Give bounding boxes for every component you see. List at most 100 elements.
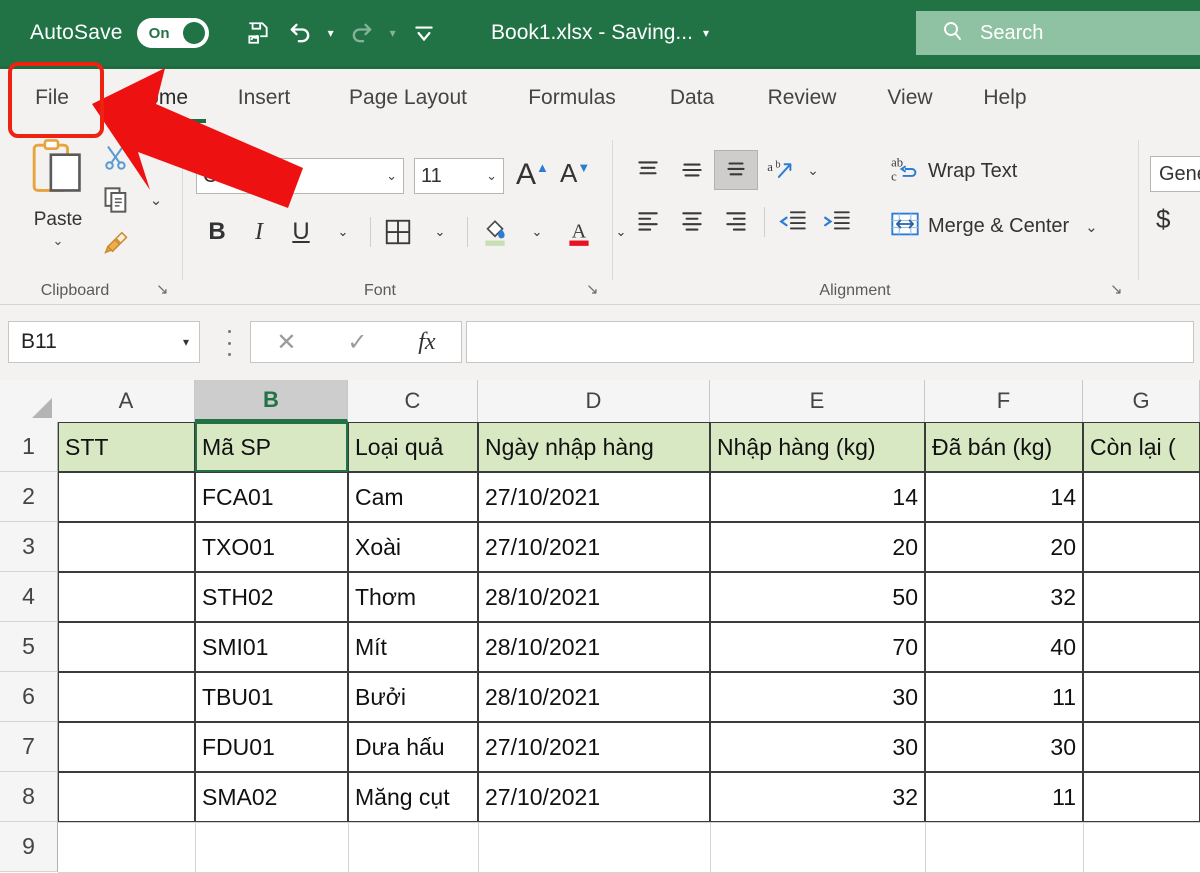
name-box[interactable]: B11 ▾: [8, 321, 200, 363]
font-color-a-icon[interactable]: A: [558, 211, 600, 253]
row-header-2[interactable]: 2: [0, 472, 58, 522]
borders-grid-icon[interactable]: [377, 211, 419, 253]
cell-B8[interactable]: SMA02: [195, 772, 348, 822]
cell-B6[interactable]: TBU01: [195, 672, 348, 722]
wrap-text-button[interactable]: ab c Wrap Text: [890, 154, 1017, 189]
cell-D3[interactable]: 27/10/2021: [478, 522, 710, 572]
cell-E3[interactable]: 20: [710, 522, 925, 572]
row-header-5[interactable]: 5: [0, 622, 58, 672]
cell-E2[interactable]: 14: [710, 472, 925, 522]
cell-G7[interactable]: [1083, 722, 1200, 772]
cell-F1[interactable]: Đã bán (kg): [925, 422, 1083, 472]
cell-D9[interactable]: [478, 822, 710, 872]
cell-E1[interactable]: Nhập hàng (kg): [710, 422, 925, 472]
column-header-G[interactable]: G: [1083, 380, 1200, 422]
cell-E9[interactable]: [710, 822, 925, 872]
cell-G8[interactable]: [1083, 772, 1200, 822]
dialog-launcher-icon-alignment[interactable]: ↘: [1110, 280, 1123, 298]
title-chevron-down-icon[interactable]: ▾: [703, 26, 709, 40]
row-header-9[interactable]: 9: [0, 822, 58, 872]
cell-F7[interactable]: 30: [925, 722, 1083, 772]
cell-C5[interactable]: Mít: [348, 622, 478, 672]
search-box[interactable]: Search: [916, 11, 1200, 55]
row-header-6[interactable]: 6: [0, 672, 58, 722]
copy-icon[interactable]: [96, 182, 136, 218]
cell-G4[interactable]: [1083, 572, 1200, 622]
redo-icon[interactable]: [343, 14, 381, 52]
row-header-1[interactable]: 1: [0, 422, 58, 472]
merge-and-center-button[interactable]: Merge & Center ⌄: [890, 210, 1098, 243]
underline-button[interactable]: U: [280, 211, 322, 253]
cell-D7[interactable]: 27/10/2021: [478, 722, 710, 772]
tab-insert[interactable]: Insert: [218, 76, 310, 120]
cell-B7[interactable]: FDU01: [195, 722, 348, 772]
cell-F3[interactable]: 20: [925, 522, 1083, 572]
redo-dropdown-chevron-down-icon[interactable]: ▾: [385, 14, 401, 52]
cell-B1[interactable]: Mã SP: [195, 422, 348, 472]
cell-D1[interactable]: Ngày nhập hàng: [478, 422, 710, 472]
borders-chevron-down-icon[interactable]: ⌄: [419, 211, 461, 253]
row-header-3[interactable]: 3: [0, 522, 58, 572]
cell-A1[interactable]: STT: [58, 422, 195, 472]
cell-C2[interactable]: Cam: [348, 472, 478, 522]
cell-C7[interactable]: Dưa hấu: [348, 722, 478, 772]
dialog-launcher-icon-clipboard[interactable]: ↘: [156, 280, 169, 298]
cell-A2[interactable]: [58, 472, 195, 522]
align-left-icon[interactable]: [626, 202, 670, 242]
cell-E8[interactable]: 32: [710, 772, 925, 822]
confirm-check-icon[interactable]: ✓: [347, 328, 367, 357]
text-orientation-icon[interactable]: a b: [758, 150, 802, 190]
tab-file[interactable]: File: [14, 76, 90, 120]
tab-formulas[interactable]: Formulas: [506, 76, 638, 120]
row-header-7[interactable]: 7: [0, 722, 58, 772]
cell-B3[interactable]: TXO01: [195, 522, 348, 572]
number-format-select[interactable]: General: [1150, 156, 1200, 192]
increase-font-size-button[interactable]: A ▲: [516, 158, 549, 192]
align-center-icon[interactable]: [670, 202, 714, 242]
font-name-input[interactable]: Calibri ⌄: [196, 158, 404, 194]
formula-bar-handle[interactable]: [222, 330, 236, 356]
increase-indent-icon[interactable]: [815, 202, 859, 242]
cut-scissors-icon[interactable]: [96, 140, 136, 176]
cell-D2[interactable]: 27/10/2021: [478, 472, 710, 522]
tab-review[interactable]: Review: [748, 76, 856, 120]
cell-C1[interactable]: Loại quả: [348, 422, 478, 472]
accounting-format-button[interactable]: $: [1156, 204, 1170, 235]
column-header-E[interactable]: E: [710, 380, 925, 422]
undo-dropdown-chevron-down-icon[interactable]: ▾: [323, 14, 339, 52]
cell-G6[interactable]: [1083, 672, 1200, 722]
bold-button[interactable]: B: [196, 211, 238, 253]
cell-D8[interactable]: 27/10/2021: [478, 772, 710, 822]
cell-F6[interactable]: 11: [925, 672, 1083, 722]
select-all-corner-icon[interactable]: [0, 380, 59, 422]
column-header-C[interactable]: C: [348, 380, 478, 422]
cell-E7[interactable]: 30: [710, 722, 925, 772]
cell-D4[interactable]: 28/10/2021: [478, 572, 710, 622]
cell-B2[interactable]: FCA01: [195, 472, 348, 522]
tab-view[interactable]: View: [868, 76, 952, 120]
formula-input[interactable]: [466, 321, 1194, 363]
copy-chevron-down-icon[interactable]: ⌄: [136, 182, 176, 218]
merge-chevron-down-icon[interactable]: ⌄: [1085, 218, 1098, 236]
decrease-indent-icon[interactable]: [771, 202, 815, 242]
cell-G5[interactable]: [1083, 622, 1200, 672]
cell-F4[interactable]: 32: [925, 572, 1083, 622]
row-header-8[interactable]: 8: [0, 772, 58, 822]
format-painter-brush-icon[interactable]: [96, 224, 136, 260]
font-size-chevron-down-icon[interactable]: ⌄: [486, 168, 497, 184]
undo-icon[interactable]: [281, 14, 319, 52]
dialog-launcher-icon-font[interactable]: ↘: [586, 280, 599, 298]
column-header-D[interactable]: D: [478, 380, 710, 422]
cell-G9[interactable]: [1083, 822, 1200, 872]
cell-F9[interactable]: [925, 822, 1083, 872]
fill-color-chevron-down-icon[interactable]: ⌄: [516, 211, 558, 253]
cell-A6[interactable]: [58, 672, 195, 722]
orientation-chevron-down-icon[interactable]: ⌄: [802, 150, 824, 190]
cell-D6[interactable]: 28/10/2021: [478, 672, 710, 722]
cell-C9[interactable]: [348, 822, 478, 872]
cell-F5[interactable]: 40: [925, 622, 1083, 672]
tab-home[interactable]: Home: [108, 76, 212, 123]
decrease-font-size-button[interactable]: A ▼: [560, 158, 590, 189]
insert-function-fx-icon[interactable]: fx: [418, 329, 435, 356]
name-box-chevron-down-icon[interactable]: ▾: [183, 335, 199, 349]
